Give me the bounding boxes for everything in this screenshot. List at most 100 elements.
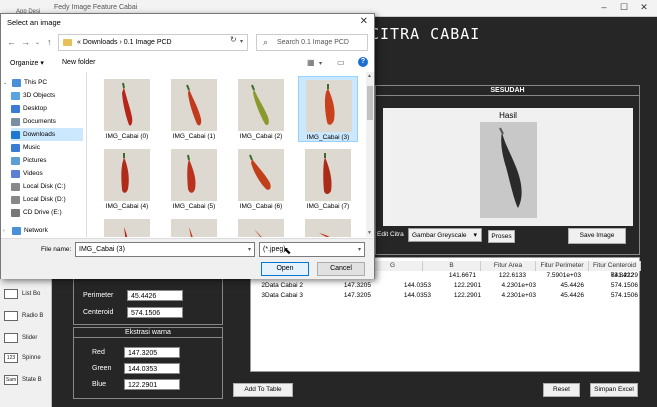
dialog-toolbar: Organize ▾ New folder ▦ ▾ ▭ ? (1, 55, 374, 71)
dialog-navbar: ← → ⌄ ↑ « Downloads › 0.1 Image PCD ▾ ↻ … (1, 32, 374, 54)
maximize-icon[interactable]: ☐ (617, 2, 631, 13)
chili-thumbnail (104, 219, 150, 237)
disk-icon (11, 182, 20, 191)
forward-arrow-icon[interactable]: → (21, 37, 30, 47)
simpan-excel-button[interactable]: Simpan Excel (590, 383, 638, 397)
preview-pane-icon[interactable]: ▭ (337, 58, 345, 67)
file-item[interactable] (298, 216, 358, 237)
green-field[interactable]: 144.0353 (124, 363, 180, 374)
nav-item-music[interactable]: Music (11, 141, 40, 154)
scrollbar-thumb[interactable] (367, 86, 373, 120)
component-listbox[interactable]: List Bo (4, 289, 40, 299)
table-row[interactable]: 2 Data Cabai 2 147.3205 144.0353 122.290… (251, 282, 641, 292)
vertical-scrollbar[interactable]: ▲ ▼ (366, 72, 374, 237)
save-image-button[interactable]: Save Image (568, 228, 626, 244)
red-field[interactable]: 147.3205 (124, 347, 180, 358)
select-image-dialog: Select an image ✕ ← → ⌄ ↑ « Downloads › … (0, 13, 375, 279)
close-icon[interactable]: ✕ (360, 16, 368, 27)
chili-thumbnail (238, 149, 284, 201)
up-arrow-icon[interactable]: ↑ (47, 37, 52, 47)
organize-menu[interactable]: Organize ▾ (10, 59, 44, 67)
nav-item-this-pc[interactable]: ⌄ This PC (3, 76, 47, 89)
file-type-select[interactable]: (*.jpeg) ▾ (259, 242, 365, 257)
breadcrumb-image-pcd[interactable]: 0.1 Image PCD (124, 39, 172, 46)
file-item[interactable]: IMG_Cabai (4) (97, 146, 157, 212)
nav-item-pictures[interactable]: Pictures (11, 154, 46, 167)
back-arrow-icon[interactable]: ← (7, 37, 16, 47)
nav-item-local-disk-d[interactable]: Local Disk (D:) (11, 193, 66, 206)
centeroid-field[interactable]: 574.1506 (127, 307, 183, 318)
blue-field[interactable]: 122.2901 (124, 379, 180, 390)
file-item[interactable]: IMG_Cabai (1) (164, 76, 224, 142)
component-radio[interactable]: Radio B (4, 311, 43, 321)
component-spinner[interactable]: 123 Spinne (4, 353, 41, 363)
chevron-down-icon[interactable]: ⌄ (35, 39, 40, 46)
breadcrumb-downloads[interactable]: Downloads (83, 39, 118, 46)
nav-item-documents[interactable]: Documents (11, 115, 56, 128)
hasil-label: Hasil (499, 111, 517, 120)
new-folder-button[interactable]: New folder (62, 59, 95, 66)
file-item[interactable] (164, 216, 224, 237)
table-row[interactable]: 3 Data Cabai 3 147.3205 144.0353 122.290… (251, 292, 641, 302)
chevron-down-icon: ⌄ (3, 79, 8, 86)
ekstrasi-warna-panel: Ekstrasi warna Red 147.3205 Green 144.03… (73, 327, 223, 399)
chevron-down-icon[interactable]: ▾ (248, 246, 251, 253)
search-input[interactable]: ⌕ Search 0.1 Image PCD (256, 34, 368, 51)
dialog-titlebar: Select an image ✕ (1, 14, 374, 32)
edit-citra-dropdown[interactable]: Gambar Greyscale ▾ (408, 228, 482, 242)
nav-item-local-disk-c[interactable]: Local Disk (C:) (11, 180, 66, 193)
cancel-button[interactable]: Cancel (317, 262, 365, 276)
hasil-axes: Hasil (383, 108, 633, 226)
file-grid: IMG_Cabai (0) IMG_Cabai (1) IMG_Cabai (2… (91, 72, 366, 237)
sesudah-title: SESUDAH (376, 86, 639, 96)
navigation-pane: ⌄ This PC 3D Objects Desktop Documents Do… (1, 72, 87, 237)
music-icon (11, 143, 20, 152)
dialog-title: Select an image (7, 18, 61, 27)
refresh-icon[interactable]: ↻ (230, 35, 237, 44)
chevron-down-icon[interactable]: ▾ (240, 38, 243, 45)
file-item-selected[interactable]: IMG_Cabai (3) (298, 76, 358, 142)
open-button[interactable]: Open (261, 262, 309, 276)
red-label: Red (92, 349, 105, 356)
proses-button[interactable]: Proses (488, 230, 515, 243)
cube-icon (11, 91, 20, 100)
component-slider[interactable]: Slider (4, 333, 37, 343)
nav-item-network[interactable]: › Network (3, 224, 48, 237)
minimize-icon[interactable]: – (597, 2, 611, 12)
chili-thumbnail (171, 79, 217, 131)
chili-thumbnail (104, 149, 150, 201)
scroll-up-icon[interactable]: ▲ (367, 73, 372, 79)
table-header: Fitur Perimeter (536, 261, 589, 271)
nav-item-desktop[interactable]: Desktop (11, 102, 47, 115)
chevron-down-icon[interactable]: ▾ (358, 246, 361, 253)
scroll-down-icon[interactable]: ▼ (367, 230, 372, 236)
nav-item-downloads[interactable]: Downloads (11, 128, 83, 141)
help-icon[interactable]: ? (358, 57, 368, 67)
table-header: B (423, 261, 481, 271)
chevron-down-icon[interactable]: ▾ (319, 60, 322, 67)
greyscale-chili-image (480, 122, 537, 218)
file-item[interactable]: IMG_Cabai (0) (97, 76, 157, 142)
file-item[interactable] (97, 216, 157, 237)
file-item[interactable]: IMG_Cabai (5) (164, 146, 224, 212)
chili-thumbnail (171, 149, 217, 201)
centeroid-label: Centeroid (83, 309, 114, 316)
nav-item-videos[interactable]: Videos (11, 167, 43, 180)
reset-button[interactable]: Reset (543, 383, 580, 397)
nav-item-3d-objects[interactable]: 3D Objects (11, 89, 55, 102)
perimeter-field[interactable]: 45.4426 (127, 290, 183, 301)
close-icon[interactable]: ✕ (637, 2, 651, 13)
component-state-button[interactable]: Sam State B (4, 375, 42, 385)
add-to-table-button[interactable]: Add To Table (233, 383, 293, 397)
file-item[interactable]: IMG_Cabai (6) (231, 146, 291, 212)
file-name-input[interactable]: IMG_Cabai (3) ▾ (75, 242, 255, 257)
file-item[interactable]: IMG_Cabai (7) (298, 146, 358, 212)
spinner-icon: 123 (4, 353, 18, 363)
nav-item-cd-drive[interactable]: CD Drive (E:) (11, 206, 62, 219)
file-item[interactable]: IMG_Cabai (2) (231, 76, 291, 142)
file-item[interactable] (231, 216, 291, 237)
address-bar[interactable]: « Downloads › 0.1 Image PCD ▾ (58, 34, 248, 51)
picture-icon (11, 156, 20, 165)
view-options-icon[interactable]: ▦ (307, 58, 315, 67)
network-icon (12, 226, 21, 235)
